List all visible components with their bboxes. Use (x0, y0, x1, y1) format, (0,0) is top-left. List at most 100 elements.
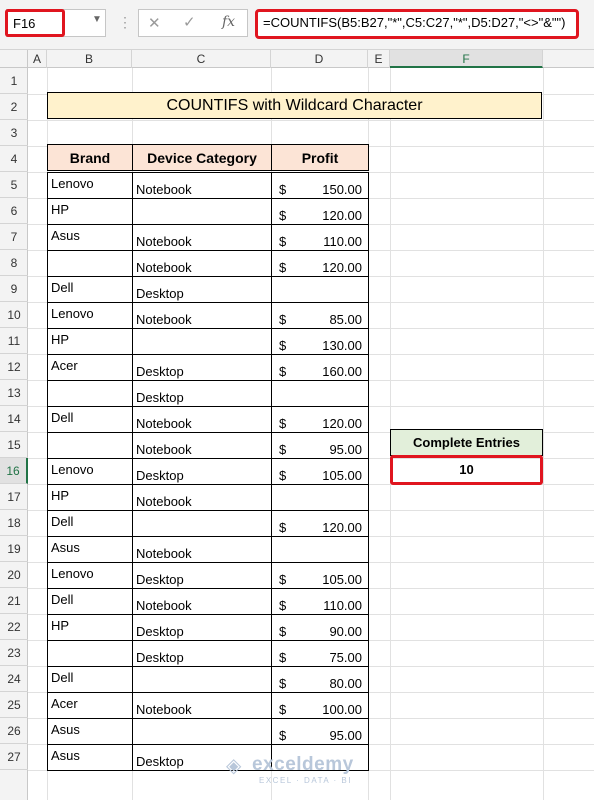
row-header-15[interactable]: 15 (0, 432, 28, 458)
brand-text: Acer (51, 696, 78, 711)
category-text: Notebook (136, 494, 192, 509)
column-header-d[interactable]: D (271, 50, 368, 68)
category-text: Notebook (136, 260, 192, 275)
brand-text: Lenovo (51, 462, 94, 477)
category-cell[interactable] (132, 198, 272, 225)
more-options-icon[interactable]: ⋮ (118, 14, 132, 31)
row-header-5[interactable]: 5 (0, 172, 28, 198)
complete-entries-value[interactable]: 10 (390, 455, 543, 485)
row-header-2[interactable]: 2 (0, 94, 28, 120)
sheet-title[interactable]: COUNTIFS with Wildcard Character (47, 92, 542, 119)
watermark-tagline: EXCEL · DATA · BI (259, 776, 352, 785)
row-header-19[interactable]: 19 (0, 536, 28, 562)
table-header-brand[interactable]: Brand (47, 144, 133, 171)
complete-entries-label[interactable]: Complete Entries (390, 429, 543, 456)
category-text: Desktop (136, 572, 184, 587)
formula-text: =COUNTIFS(B5:B27,"*",C5:C27,"*",D5:D27,"… (263, 15, 566, 30)
profit-amount: 75.00 (329, 650, 362, 665)
brand-text: Lenovo (51, 176, 94, 191)
category-text: Desktop (136, 286, 184, 301)
category-cell[interactable] (132, 718, 272, 745)
brand-text: Asus (51, 540, 80, 555)
cancel-icon[interactable]: ✕ (148, 14, 161, 32)
row-header-8[interactable]: 8 (0, 250, 28, 276)
table-header-profit[interactable]: Profit (271, 144, 369, 171)
row-header-4[interactable]: 4 (0, 146, 28, 172)
gridline (28, 120, 594, 121)
column-header-a[interactable]: A (28, 50, 47, 68)
select-all-corner[interactable] (0, 50, 28, 68)
column-header-e[interactable]: E (368, 50, 390, 68)
column-header-b[interactable]: B (47, 50, 132, 68)
profit-cell[interactable] (271, 484, 369, 511)
brand-cell[interactable] (47, 432, 133, 459)
profit-amount: 160.00 (322, 364, 362, 379)
category-text: Notebook (136, 702, 192, 717)
gridline (543, 68, 544, 800)
category-text: Notebook (136, 442, 192, 457)
profit-cell[interactable] (271, 536, 369, 563)
row-header-22[interactable]: 22 (0, 614, 28, 640)
row-header-26[interactable]: 26 (0, 718, 28, 744)
row-header-18[interactable]: 18 (0, 510, 28, 536)
row-header-11[interactable]: 11 (0, 328, 28, 354)
row-header-12[interactable]: 12 (0, 354, 28, 380)
brand-text: HP (51, 618, 70, 633)
brand-cell[interactable] (47, 380, 133, 407)
brand-text: HP (51, 488, 70, 503)
row-header-20[interactable]: 20 (0, 562, 28, 588)
profit-amount: 100.00 (322, 702, 362, 717)
profit-cell[interactable] (271, 380, 369, 407)
row-header-16[interactable]: 16 (0, 458, 28, 484)
row-header-1[interactable]: 1 (0, 68, 28, 94)
row-header-17[interactable]: 17 (0, 484, 28, 510)
category-text: Desktop (136, 364, 184, 379)
brand-text: Dell (51, 514, 74, 529)
brand-text: Asus (51, 722, 80, 737)
category-cell[interactable] (132, 666, 272, 693)
profit-cell[interactable] (271, 276, 369, 303)
brand-text: Dell (51, 670, 74, 685)
brand-text: Asus (51, 748, 80, 763)
row-header-24[interactable]: 24 (0, 666, 28, 692)
table-header-category[interactable]: Device Category (132, 144, 272, 171)
brand-cell[interactable] (47, 640, 133, 667)
watermark-name: exceldemy (252, 754, 354, 775)
brand-cell[interactable] (47, 250, 133, 277)
row-header-3[interactable]: 3 (0, 120, 28, 146)
category-text: Desktop (136, 624, 184, 639)
column-header-f[interactable]: F (390, 50, 543, 68)
insert-function-icon[interactable]: fx (222, 14, 235, 30)
brand-text: Dell (51, 592, 74, 607)
chevron-down-icon[interactable]: ▼ (92, 14, 102, 25)
category-cell[interactable] (132, 510, 272, 537)
enter-icon[interactable]: ✓ (183, 13, 196, 31)
profit-amount: 95.00 (329, 728, 362, 743)
row-header-21[interactable]: 21 (0, 588, 28, 614)
profit-amount: 95.00 (329, 442, 362, 457)
row-header-25[interactable]: 25 (0, 692, 28, 718)
category-text: Desktop (136, 468, 184, 483)
category-text: Notebook (136, 312, 192, 327)
profit-amount: 105.00 (322, 468, 362, 483)
category-text: Desktop (136, 390, 184, 405)
category-cell[interactable] (132, 328, 272, 355)
profit-amount: 120.00 (322, 416, 362, 431)
profit-amount: 150.00 (322, 182, 362, 197)
row-header-6[interactable]: 6 (0, 198, 28, 224)
profit-amount: 90.00 (329, 624, 362, 639)
profit-amount: 80.00 (329, 676, 362, 691)
row-header-23[interactable]: 23 (0, 640, 28, 666)
row-header-14[interactable]: 14 (0, 406, 28, 432)
row-header-7[interactable]: 7 (0, 224, 28, 250)
row-header-13[interactable]: 13 (0, 380, 28, 406)
row-header-27[interactable]: 27 (0, 744, 28, 770)
row-header-9[interactable]: 9 (0, 276, 28, 302)
profit-amount: 130.00 (322, 338, 362, 353)
brand-text: HP (51, 332, 70, 347)
brand-text: Acer (51, 358, 78, 373)
profit-amount: 110.00 (323, 598, 362, 613)
column-header-c[interactable]: C (132, 50, 271, 68)
row-header-10[interactable]: 10 (0, 302, 28, 328)
brand-text: Dell (51, 280, 74, 295)
